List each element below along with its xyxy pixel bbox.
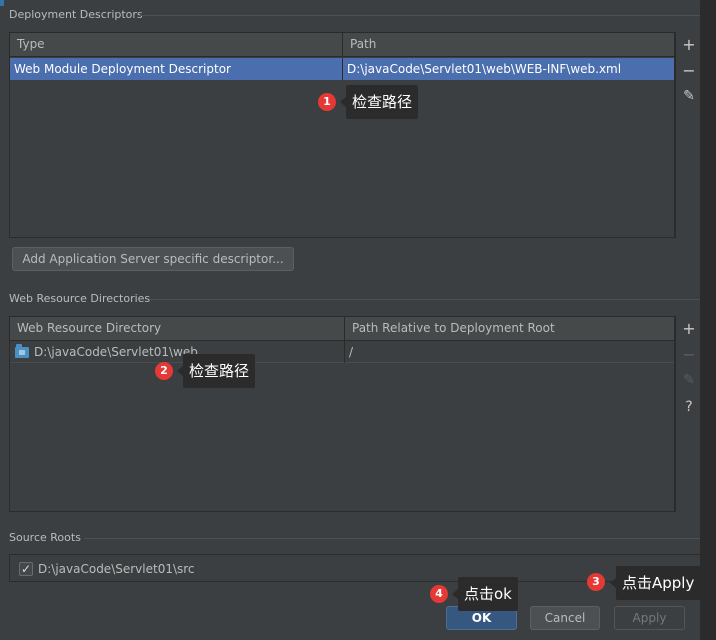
annotation-callout-3: 点击Apply (609, 566, 701, 600)
source-root-checkbox[interactable]: ✓ (19, 562, 33, 576)
resource-toolbar: + − ✎ ? (675, 316, 700, 512)
add-icon[interactable]: + (680, 320, 698, 338)
annotation-badge-4: 4 (430, 585, 448, 603)
deployment-descriptors-table[interactable]: Type Path Web Module Deployment Descript… (9, 32, 675, 238)
source-root-path: D:\javaCode\Servlet01\src (38, 562, 195, 576)
descriptor-path-cell: D:\javaCode\Servlet01\web\WEB-INF\web.xm… (342, 58, 674, 80)
annotation-callout-2: 检查路径 (176, 354, 256, 388)
remove-icon[interactable]: − (680, 346, 698, 364)
annotation-badge-1: 1 (318, 93, 336, 111)
deployment-descriptors-title: Deployment Descriptors (9, 8, 143, 21)
top-left-accent (0, 0, 4, 6)
add-icon[interactable]: + (680, 36, 698, 54)
add-server-descriptor-button[interactable]: Add Application Server specific descript… (12, 247, 294, 271)
column-header-relative-path[interactable]: Path Relative to Deployment Root (344, 317, 674, 340)
edit-icon[interactable]: ✎ (680, 87, 698, 105)
column-header-directory[interactable]: Web Resource Directory (10, 317, 344, 340)
table-header: Type Path (10, 33, 674, 57)
apply-button[interactable]: Apply (614, 606, 685, 630)
deployment-toolbar: + − ✎ (675, 32, 700, 238)
column-header-type[interactable]: Type (10, 33, 342, 56)
annotation-badge-2: 2 (155, 362, 173, 380)
table-header: Web Resource Directory Path Relative to … (10, 317, 674, 341)
folder-icon (15, 344, 29, 358)
table-row[interactable]: D:\javaCode\Servlet01\web / (10, 341, 674, 363)
help-icon[interactable]: ? (680, 398, 698, 416)
source-roots-title: Source Roots (9, 531, 81, 544)
cancel-button[interactable]: Cancel (530, 606, 600, 630)
annotation-callout-4: 点击ok (452, 577, 518, 611)
section-separator (150, 299, 700, 300)
descriptor-type-cell: Web Module Deployment Descriptor (14, 62, 231, 76)
section-separator (140, 15, 700, 16)
web-resource-table[interactable]: Web Resource Directory Path Relative to … (9, 316, 675, 512)
web-resource-directories-title: Web Resource Directories (9, 292, 151, 305)
section-separator (84, 538, 700, 539)
resource-rel-path-cell: / (344, 341, 674, 363)
edit-icon[interactable]: ✎ (680, 371, 698, 389)
column-header-path[interactable]: Path (342, 33, 674, 56)
remove-icon[interactable]: − (680, 62, 698, 80)
annotation-callout-1: 检查路径 (339, 85, 419, 119)
annotation-badge-3: 3 (587, 573, 605, 591)
right-edge-strip (700, 0, 716, 640)
table-row[interactable]: Web Module Deployment Descriptor D:\java… (10, 58, 674, 80)
